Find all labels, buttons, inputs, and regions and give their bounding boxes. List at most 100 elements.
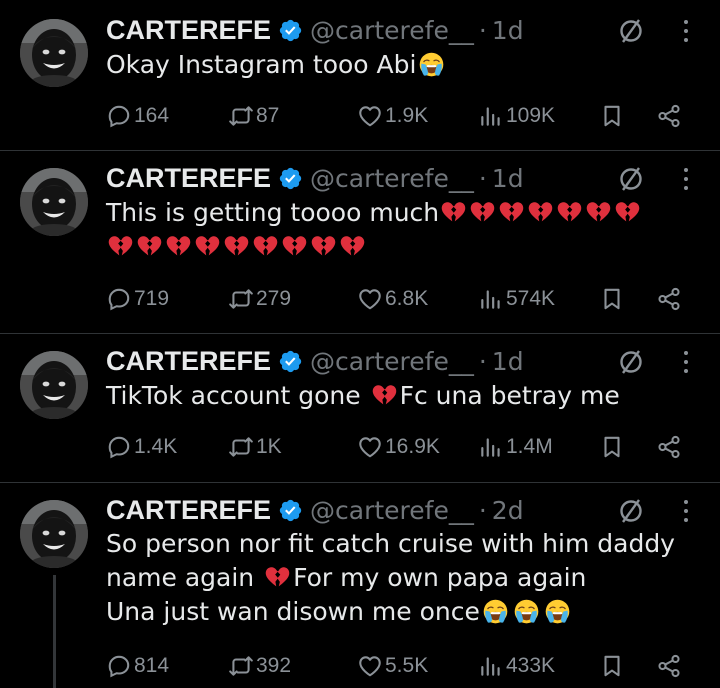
grok-icon[interactable] [617,497,645,525]
reply-count: 814 [134,654,170,677]
separator-dot: · [478,15,487,45]
tweet-text: This is getting toooo much [106,196,706,264]
thread-line [53,575,56,688]
author-handle[interactable]: @carterefe__ [310,16,474,45]
retweet-icon [229,289,253,309]
like-icon [359,289,381,310]
broken-heart-emoji [136,233,163,260]
broken-heart-emoji [194,233,221,260]
verified-badge-icon [278,349,303,374]
timestamp[interactable]: 1d [492,164,524,193]
views-icon [481,438,500,457]
tweet-2[interactable]: CARTEREFE @carterefe__ · 1d This is gett… [0,151,720,333]
reply-icon [108,436,130,459]
author-name[interactable]: CARTEREFE [106,15,271,46]
views-icon [481,657,500,676]
views-button[interactable]: 1.4M [478,432,553,462]
broken-heart-emoji [252,233,279,260]
avatar[interactable] [20,19,88,87]
broken-heart-emoji [310,233,337,260]
avatar[interactable] [20,351,88,419]
timestamp[interactable]: 2d [492,496,524,525]
bookmark-icon [604,436,620,458]
broken-heart-emoji [281,233,308,260]
views-button[interactable]: 574K [478,284,555,314]
share-icon [658,287,680,311]
retweet-icon [229,437,253,457]
reply-button[interactable]: 1.4K [106,432,177,462]
avatar[interactable] [20,168,88,236]
timestamp[interactable]: 1d [492,16,524,45]
tweet-3[interactable]: CARTEREFE @carterefe__ · 1d TikTok accou… [0,334,720,482]
verified-badge-icon [278,498,303,523]
grok-icon[interactable] [617,17,645,45]
share-icon [658,654,680,678]
view-count: 433K [506,654,556,677]
like-button[interactable]: 6.8K [357,284,428,314]
tweet-text: So person nor fit catch cruise with him … [106,529,675,626]
views-icon [481,290,500,309]
tweet-4[interactable]: CARTEREFE @carterefe__ · 2d So person no… [0,483,720,688]
reply-button[interactable]: 814 [106,651,169,681]
broken-heart-emoji [585,199,612,226]
bookmark-button[interactable] [599,101,625,131]
tweet-1[interactable]: CARTEREFE @carterefe__ · 1d Okay Instagr… [0,0,720,150]
bookmark-button[interactable] [599,284,625,314]
retweet-icon [229,106,253,126]
views-button[interactable]: 109K [478,101,555,131]
timestamp[interactable]: 1d [492,347,524,376]
bookmark-icon [604,105,620,127]
reply-icon [108,105,130,128]
share-icon [658,104,680,128]
like-count: 5.5K [385,654,429,677]
tweet-actions: 164 87 1.9K 109K [106,101,696,131]
author-name[interactable]: CARTEREFE [106,346,271,377]
retweet-button[interactable]: 1K [228,432,282,462]
bookmark-button[interactable] [599,432,625,462]
tweet-actions: 1.4K 1K 16.9K 1.4M [106,432,696,462]
reply-button[interactable]: 164 [106,101,169,131]
author-handle[interactable]: @carterefe__ [310,347,474,376]
share-button[interactable] [656,432,682,462]
author-name[interactable]: CARTEREFE [106,495,271,526]
reply-count: 1.4K [134,435,178,458]
like-button[interactable]: 5.5K [357,651,428,681]
share-button[interactable] [656,101,682,131]
retweet-button[interactable]: 87 [228,101,279,131]
broken-heart-emoji [371,382,398,409]
broken-heart-emoji [223,233,250,260]
broken-heart-emoji [339,233,366,260]
retweet-button[interactable]: 392 [228,651,291,681]
broken-heart-emoji [498,199,525,226]
broken-heart-emoji [469,199,496,226]
view-count: 1.4M [506,435,553,458]
grok-icon[interactable] [617,165,645,193]
author-handle[interactable]: @carterefe__ [310,496,474,525]
view-count: 109K [506,104,556,127]
more-icon[interactable] [681,498,691,524]
grok-icon[interactable] [617,348,645,376]
share-button[interactable] [656,284,682,314]
avatar[interactable] [20,500,88,568]
like-icon [359,106,381,127]
broken-heart-emoji [165,233,192,260]
like-button[interactable]: 1.9K [357,101,428,131]
tweet-text: TikTok account gone Fc una betray me [106,381,620,410]
crying-emoji [544,598,571,625]
bookmark-button[interactable] [599,651,625,681]
author-handle[interactable]: @carterefe__ [310,164,474,193]
retweet-button[interactable]: 279 [228,284,291,314]
more-icon[interactable] [681,349,691,375]
author-name[interactable]: CARTEREFE [106,163,271,194]
separator-dot: · [478,346,487,376]
like-count: 1.9K [385,104,429,127]
views-button[interactable]: 433K [478,651,555,681]
like-button[interactable]: 16.9K [357,432,440,462]
broken-heart-emoji [264,564,291,591]
more-icon[interactable] [681,166,691,192]
more-icon[interactable] [681,18,691,44]
reply-button[interactable]: 719 [106,284,169,314]
share-button[interactable] [656,651,682,681]
broken-heart-emoji [556,199,583,226]
verified-badge-icon [278,18,303,43]
